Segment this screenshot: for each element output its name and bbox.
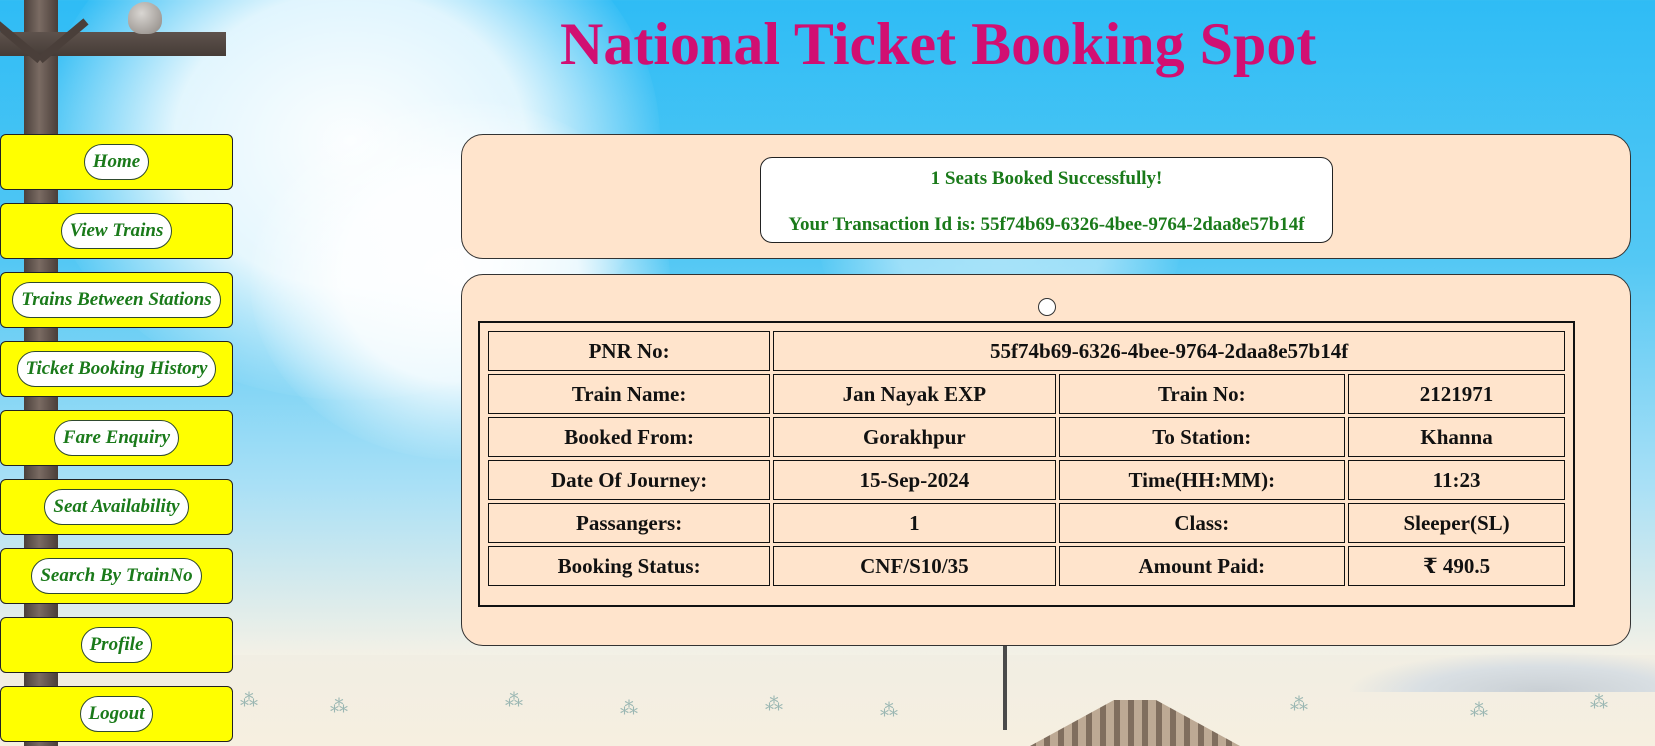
background-shrub: ⁂ — [505, 690, 523, 710]
ticket-details-panel: PNR No: 55f74b69-6326-4bee-9764-2daa8e57… — [461, 274, 1631, 646]
page-title: National Ticket Booking Spot — [560, 11, 1317, 77]
sidebar-item-label[interactable]: Logout — [79, 696, 154, 732]
transaction-id-message: Your Transaction Id is: 55f74b69-6326-4b… — [788, 214, 1305, 235]
passengers-label: Passangers: — [488, 503, 771, 543]
ticket-table-wrapper: PNR No: 55f74b69-6326-4bee-9764-2daa8e57… — [478, 321, 1575, 607]
background-shrub: ⁂ — [620, 698, 638, 718]
train-no-value: 2121971 — [1348, 374, 1565, 414]
booking-status-label: Booking Status: — [488, 546, 771, 586]
table-row: Date Of Journey: 15-Sep-2024 Time(HH:MM)… — [488, 460, 1565, 500]
sidebar-item-search-by-trainno[interactable]: Search By TrainNo — [0, 548, 233, 604]
booking-message-panel: 1 Seats Booked Successfully! Your Transa… — [461, 134, 1631, 259]
table-row: PNR No: 55f74b69-6326-4bee-9764-2daa8e57… — [488, 331, 1565, 371]
sidebar-item-seat-availability[interactable]: Seat Availability — [0, 479, 233, 535]
sidebar-item-ticket-booking-history[interactable]: Ticket Booking History — [0, 341, 233, 397]
telegraph-insulator — [128, 2, 162, 34]
pnr-value: 55f74b69-6326-4bee-9764-2daa8e57b14f — [773, 331, 1565, 371]
sidebar-item-label[interactable]: Seat Availability — [44, 489, 189, 525]
background-shrub: ⁂ — [1290, 694, 1308, 714]
background-shrub: ⁂ — [765, 694, 783, 714]
ticket-table: PNR No: 55f74b69-6326-4bee-9764-2daa8e57… — [485, 328, 1568, 589]
sidebar-item-label[interactable]: Profile — [80, 627, 153, 663]
passengers-value: 1 — [773, 503, 1056, 543]
sidebar-item-label[interactable]: Trains Between Stations — [12, 282, 221, 318]
class-label: Class: — [1058, 503, 1346, 543]
sidebar-item-fare-enquiry[interactable]: Fare Enquiry — [0, 410, 233, 466]
sidebar-item-profile[interactable]: Profile — [0, 617, 233, 673]
amount-paid-label: Amount Paid: — [1058, 546, 1346, 586]
pnr-label: PNR No: — [488, 331, 771, 371]
date-of-journey-label: Date Of Journey: — [488, 460, 771, 500]
background-shrub: ⁂ — [1590, 692, 1608, 712]
train-no-label: Train No: — [1058, 374, 1346, 414]
time-value: 11:23 — [1348, 460, 1565, 500]
booked-from-label: Booked From: — [488, 417, 771, 457]
background-shrub: ⁂ — [880, 700, 898, 720]
train-name-label: Train Name: — [488, 374, 771, 414]
background-hill — [1350, 652, 1655, 692]
class-value: Sleeper(SL) — [1348, 503, 1565, 543]
table-row: Passangers: 1 Class: Sleeper(SL) — [488, 503, 1565, 543]
sidebar-item-label[interactable]: Fare Enquiry — [53, 420, 180, 456]
success-message-box: 1 Seats Booked Successfully! Your Transa… — [760, 157, 1333, 243]
sidebar-item-label[interactable]: Home — [83, 144, 150, 180]
sidebar-item-logout[interactable]: Logout — [0, 686, 233, 742]
radio-button[interactable] — [1038, 298, 1056, 316]
table-row: Booking Status: CNF/S10/35 Amount Paid: … — [488, 546, 1565, 586]
success-message: 1 Seats Booked Successfully! — [930, 168, 1163, 189]
sidebar-item-label[interactable]: Ticket Booking History — [16, 351, 217, 387]
to-station-label: To Station: — [1058, 417, 1346, 457]
sidebar-item-label[interactable]: View Trains — [60, 213, 173, 249]
sidebar-item-view-trains[interactable]: View Trains — [0, 203, 233, 259]
background-shrub: ⁂ — [1470, 700, 1488, 720]
sidebar-item-home[interactable]: Home — [0, 134, 233, 190]
date-of-journey-value: 15-Sep-2024 — [773, 460, 1056, 500]
table-row: Train Name: Jan Nayak EXP Train No: 2121… — [488, 374, 1565, 414]
table-row: Booked From: Gorakhpur To Station: Khann… — [488, 417, 1565, 457]
sidebar-item-trains-between-stations[interactable]: Trains Between Stations — [0, 272, 233, 328]
booking-status-value: CNF/S10/35 — [773, 546, 1056, 586]
background-shrub: ⁂ — [330, 696, 348, 716]
sidebar-item-label[interactable]: Search By TrainNo — [31, 558, 202, 594]
booked-from-value: Gorakhpur — [773, 417, 1056, 457]
background-post — [1003, 645, 1007, 730]
to-station-value: Khanna — [1348, 417, 1565, 457]
time-label: Time(HH:MM): — [1058, 460, 1346, 500]
background-shrub: ⁂ — [240, 690, 258, 710]
train-name-value: Jan Nayak EXP — [773, 374, 1056, 414]
amount-paid-value: ₹ 490.5 — [1348, 546, 1565, 586]
